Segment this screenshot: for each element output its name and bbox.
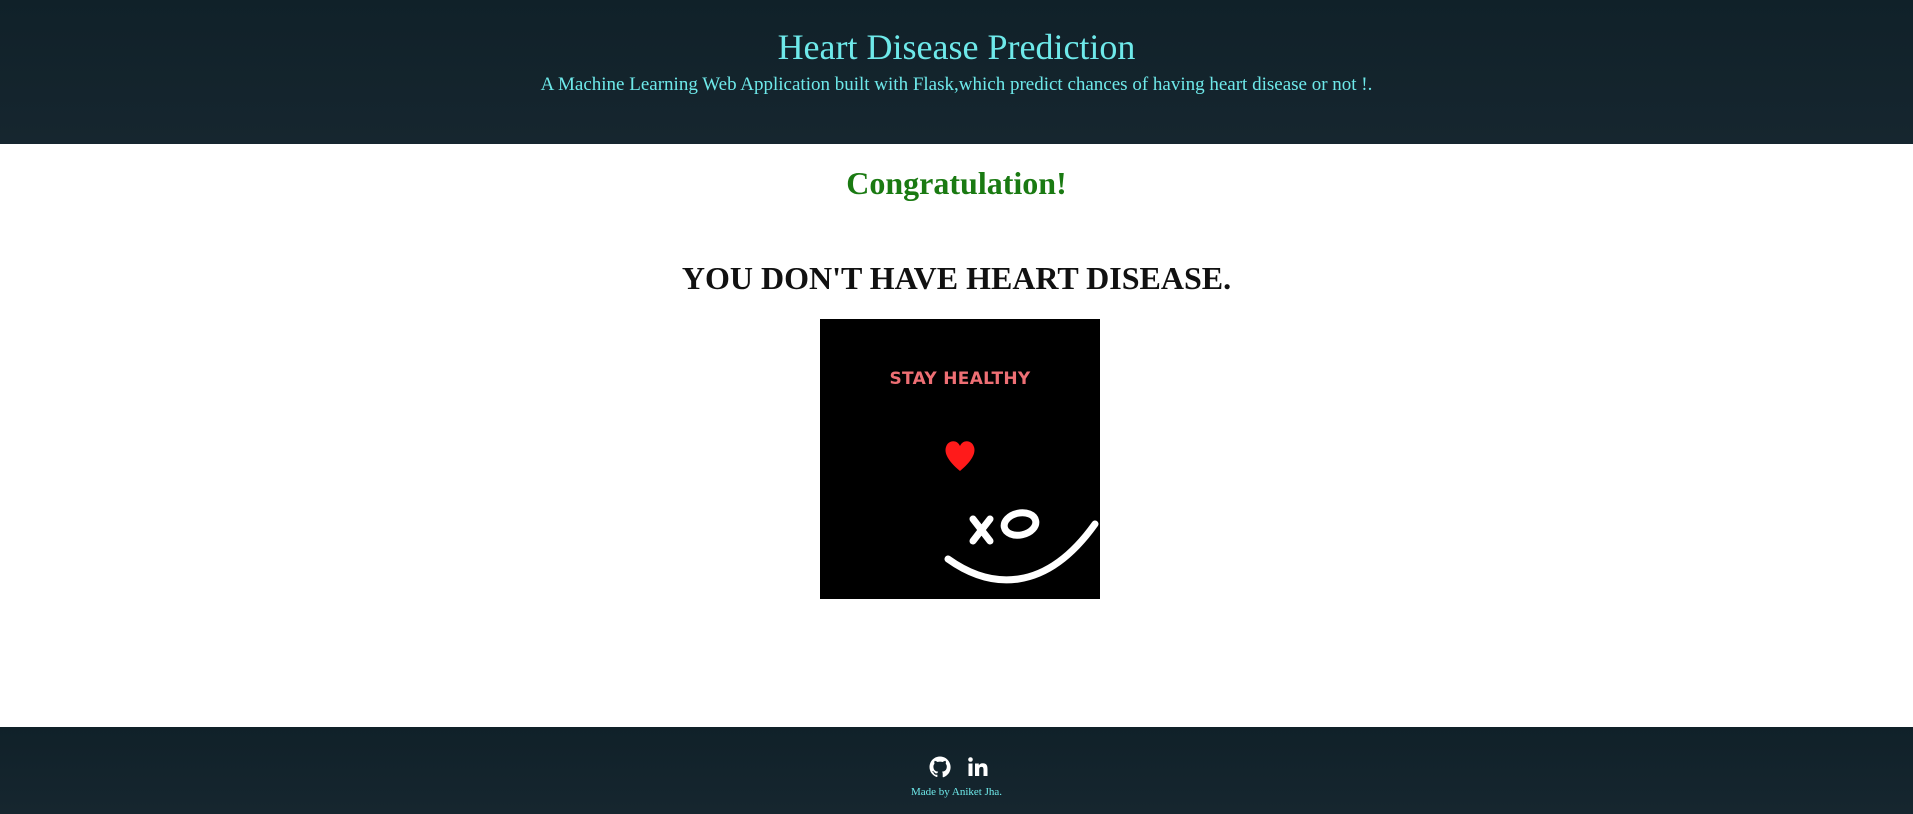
- page-title: Heart Disease Prediction: [777, 27, 1136, 67]
- header: Heart Disease Prediction A Machine Learn…: [0, 0, 1913, 144]
- heart-icon: [945, 441, 975, 471]
- image-art: [944, 441, 1099, 584]
- main-content: Congratulation! YOU DON'T HAVE HEART DIS…: [0, 144, 1913, 727]
- stay-healthy-image: STAY HEALTHY: [820, 319, 1100, 599]
- github-icon[interactable]: [928, 755, 952, 779]
- footer: Made by Aniket Jha.: [0, 727, 1913, 814]
- result-heading: YOU DON'T HAVE HEART DISEASE.: [681, 260, 1232, 296]
- page-subtitle: A Machine Learning Web Application built…: [540, 74, 1373, 95]
- linkedin-icon[interactable]: [966, 755, 990, 779]
- congrats-heading: Congratulation!: [846, 165, 1067, 201]
- xo-smile-icon: [944, 509, 1099, 584]
- credit-text: Made by Aniket Jha.: [910, 786, 1003, 798]
